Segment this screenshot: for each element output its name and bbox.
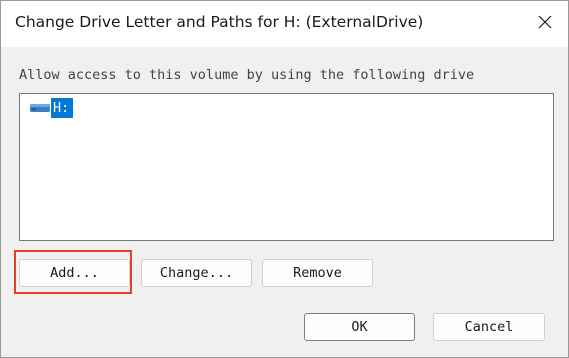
title-bar[interactable]: Change Drive Letter and Paths for H: (Ex… bbox=[1, 1, 568, 47]
volume-access-label: Allow access to this volume by using the… bbox=[19, 67, 475, 83]
list-item[interactable]: H: bbox=[29, 98, 74, 118]
drive-letter-label: H: bbox=[51, 98, 74, 118]
change-button[interactable]: Change... bbox=[141, 259, 252, 287]
annotation-highlight-box bbox=[14, 250, 132, 294]
drive-path-list[interactable]: H: bbox=[19, 93, 554, 241]
window-title: Change Drive Letter and Paths for H: (Ex… bbox=[15, 13, 424, 31]
dialog-body: Allow access to this volume by using the… bbox=[1, 47, 568, 357]
drive-icon bbox=[29, 101, 51, 115]
remove-button[interactable]: Remove bbox=[262, 259, 373, 287]
close-button[interactable] bbox=[522, 1, 568, 47]
ok-button[interactable]: OK bbox=[304, 313, 415, 341]
close-icon bbox=[537, 14, 553, 35]
cancel-button[interactable]: Cancel bbox=[433, 313, 545, 341]
dialog-window: Change Drive Letter and Paths for H: (Ex… bbox=[0, 0, 569, 358]
